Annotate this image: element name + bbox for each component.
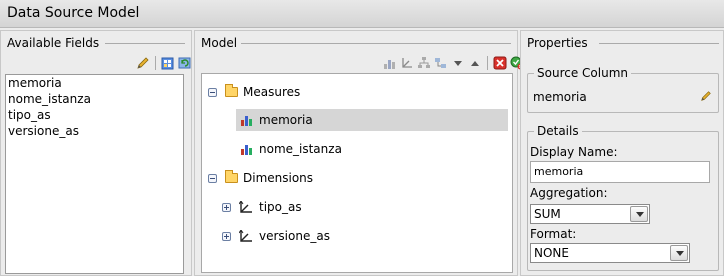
tree-node-dimensions[interactable]: Dimensions	[208, 167, 313, 189]
tree-node-dimension[interactable]: versione_as	[222, 225, 330, 247]
level-icon[interactable]	[434, 56, 448, 70]
display-name-label: Display Name:	[530, 145, 618, 159]
format-select[interactable]: NONE	[530, 243, 690, 263]
collapse-icon[interactable]	[208, 173, 217, 183]
add-dimension-icon[interactable]	[400, 56, 414, 70]
move-down-icon[interactable]	[451, 56, 465, 70]
title-bar: Data Source Model	[0, 0, 724, 28]
tree-node-label: memoria	[259, 113, 313, 127]
available-fields-list[interactable]: memoria nome_istanza tipo_as versione_as	[5, 74, 184, 274]
format-value: NONE	[534, 246, 569, 260]
tree-node-label: Dimensions	[243, 171, 314, 185]
format-label: Format:	[530, 227, 577, 241]
tree-node-label: nome_istanza	[259, 142, 342, 156]
chevron-down-icon[interactable]	[630, 206, 648, 222]
list-item[interactable]: tipo_as	[6, 107, 183, 123]
window-title: Data Source Model	[7, 5, 140, 21]
expand-icon[interactable]	[222, 231, 231, 241]
model-tree[interactable]: Measures memoria nome_istanza Dimensions…	[201, 73, 513, 273]
list-item[interactable]: nome_istanza	[6, 91, 183, 107]
details-heading: Details	[534, 124, 582, 138]
available-fields-rule	[105, 43, 185, 44]
folder-icon	[225, 84, 238, 97]
tree-node-measure[interactable]: nome_istanza	[236, 138, 342, 160]
model-panel: Model Measures memoria nome_istanza Dime…	[194, 30, 524, 276]
source-column-group: Source Column memoria	[527, 66, 719, 113]
model-heading: Model	[201, 36, 242, 50]
toolbar-separator	[155, 56, 156, 70]
tree-node-dimension[interactable]: tipo_as	[222, 196, 302, 218]
expand-icon[interactable]	[222, 202, 231, 212]
list-item[interactable]: memoria	[6, 75, 183, 91]
measure-icon	[241, 144, 254, 155]
chevron-down-icon[interactable]	[670, 245, 688, 261]
pencil-icon[interactable]	[136, 56, 150, 70]
aggregation-value: SUM	[534, 207, 561, 221]
delete-icon[interactable]	[493, 56, 507, 70]
properties-rule	[599, 43, 719, 44]
dimension-icon	[238, 199, 253, 214]
add-field-icon[interactable]	[161, 56, 175, 70]
source-column-heading: Source Column	[534, 66, 631, 80]
source-column-value: memoria	[533, 90, 587, 104]
list-item[interactable]: versione_as	[6, 123, 183, 139]
tree-node-measure[interactable]: memoria	[236, 109, 508, 131]
dimension-icon	[238, 228, 253, 243]
display-name-field[interactable]: memoria	[530, 161, 710, 183]
available-fields-heading: Available Fields	[7, 36, 104, 50]
properties-heading: Properties	[527, 36, 592, 50]
available-fields-toolbar	[136, 53, 192, 73]
available-fields-panel: Available Fields memoria nome_istanza ti…	[0, 30, 192, 276]
refresh-icon[interactable]	[178, 56, 192, 70]
tree-node-label: Measures	[243, 85, 301, 99]
add-measure-icon[interactable]	[383, 56, 397, 70]
toolbar-separator	[487, 56, 488, 70]
tree-node-label: tipo_as	[259, 200, 302, 214]
collapse-icon[interactable]	[208, 87, 217, 97]
folder-icon	[225, 170, 238, 183]
edit-source-column-icon[interactable]	[700, 90, 712, 102]
measure-icon	[241, 115, 254, 126]
tree-node-measures[interactable]: Measures	[208, 81, 300, 103]
model-rule	[241, 43, 511, 44]
properties-panel: Properties Source Column memoria Details…	[520, 30, 724, 276]
model-toolbar	[383, 53, 524, 73]
aggregation-label: Aggregation:	[530, 186, 608, 200]
move-up-icon[interactable]	[468, 56, 482, 70]
aggregation-select[interactable]: SUM	[530, 204, 650, 224]
tree-node-label: versione_as	[259, 229, 330, 243]
hierarchy-icon[interactable]	[417, 56, 431, 70]
